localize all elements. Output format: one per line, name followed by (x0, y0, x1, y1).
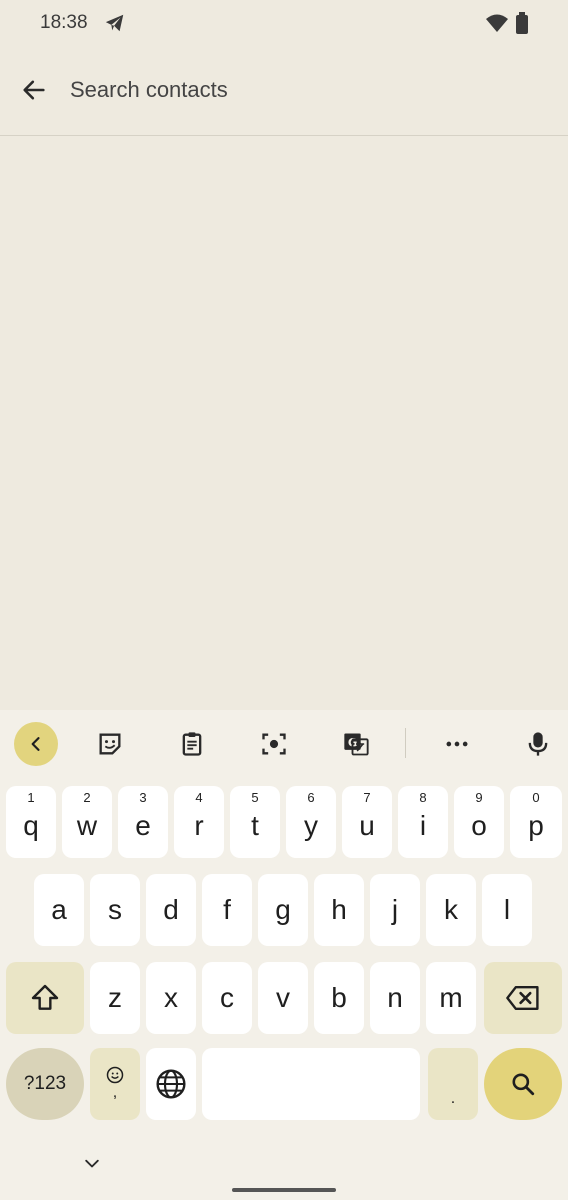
key-j[interactable]: j (370, 874, 420, 946)
voice-input-button[interactable] (516, 722, 560, 766)
key-k[interactable]: k (426, 874, 476, 946)
emoji-icon (106, 1066, 124, 1084)
key-l[interactable]: l (482, 874, 532, 946)
backspace-key[interactable] (484, 962, 562, 1034)
emoji-comma-key[interactable]: , (90, 1048, 140, 1120)
status-bar: 18:38 (0, 0, 568, 48)
space-key[interactable] (202, 1048, 420, 1120)
symbols-key[interactable]: ?123 (6, 1048, 84, 1120)
key-f[interactable]: f (202, 874, 252, 946)
search-bar (0, 56, 568, 136)
translate-icon: G (344, 733, 369, 756)
status-time: 18:38 (40, 12, 88, 33)
home-gesture-handle[interactable] (232, 1188, 336, 1192)
more-options-button[interactable] (435, 722, 479, 766)
telegram-notification-icon (105, 14, 124, 32)
microphone-icon (528, 732, 548, 756)
toolbar-collapse-button[interactable] (14, 722, 58, 766)
key-t[interactable]: 5t (230, 786, 280, 858)
translate-button[interactable]: G (334, 722, 378, 766)
shift-icon (31, 984, 59, 1010)
key-d[interactable]: d (146, 874, 196, 946)
toolbar-divider (405, 728, 406, 758)
key-s[interactable]: s (90, 874, 140, 946)
key-w[interactable]: 2w (62, 786, 112, 858)
search-icon (512, 1073, 535, 1096)
more-horizontal-icon (446, 741, 468, 747)
key-u[interactable]: 7u (342, 786, 392, 858)
wifi-icon (486, 14, 508, 32)
key-z[interactable]: z (90, 962, 140, 1034)
key-n[interactable]: n (370, 962, 420, 1034)
key-r[interactable]: 4r (174, 786, 224, 858)
key-m[interactable]: m (426, 962, 476, 1034)
lens-scan-icon (262, 733, 286, 755)
backspace-icon (506, 985, 539, 1010)
search-action-key[interactable] (484, 1048, 562, 1120)
search-contacts-input[interactable] (70, 74, 540, 106)
language-key[interactable] (146, 1048, 196, 1120)
lens-button[interactable] (252, 722, 296, 766)
search-results-area (0, 137, 568, 710)
key-c[interactable]: c (202, 962, 252, 1034)
key-a[interactable]: a (34, 874, 84, 946)
key-x[interactable]: x (146, 962, 196, 1034)
key-i[interactable]: 8i (398, 786, 448, 858)
chevron-left-icon (31, 737, 40, 751)
key-p[interactable]: 0p (510, 786, 562, 858)
back-arrow-icon[interactable] (14, 70, 54, 110)
shift-key[interactable] (6, 962, 84, 1034)
key-b[interactable]: b (314, 962, 364, 1034)
hide-keyboard-button[interactable] (78, 1150, 106, 1178)
sticker-icon (99, 733, 121, 755)
key-v[interactable]: v (258, 962, 308, 1034)
key-h[interactable]: h (314, 874, 364, 946)
key-q[interactable]: 1q (6, 786, 56, 858)
sticker-button[interactable] (88, 722, 132, 766)
navigation-bar (0, 1140, 568, 1200)
clipboard-button[interactable] (170, 722, 214, 766)
key-e[interactable]: 3e (118, 786, 168, 858)
clipboard-icon (182, 732, 202, 756)
period-key[interactable]: . (428, 1048, 478, 1120)
key-y[interactable]: 6y (286, 786, 336, 858)
keyboard-toolbar: G (0, 710, 568, 778)
key-g[interactable]: g (258, 874, 308, 946)
globe-icon (156, 1069, 186, 1099)
key-o[interactable]: 9o (454, 786, 504, 858)
battery-icon (516, 12, 528, 34)
keyboard: G 1q 2w 3e 4r 5t 6y 7u 8i 9o 0p a s d f … (0, 710, 568, 1200)
chevron-down-icon (85, 1159, 99, 1168)
